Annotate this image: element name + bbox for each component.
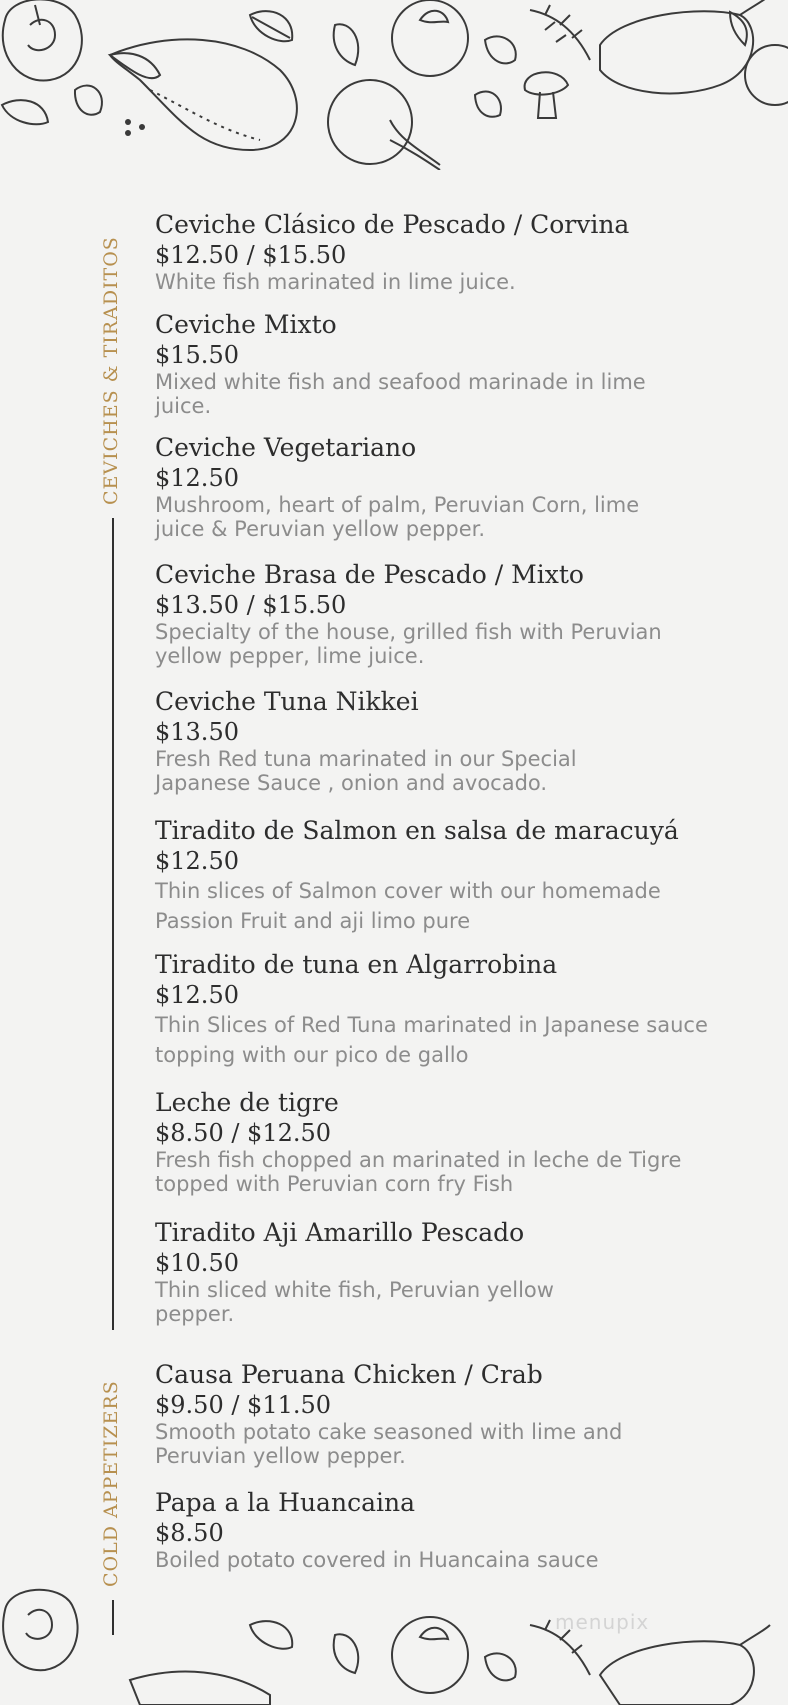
bell-pepper-icon bbox=[1, 0, 83, 82]
eggplant-icon bbox=[598, 1624, 771, 1705]
tomato-icon bbox=[391, 1616, 469, 1694]
watermark: menupix bbox=[555, 1610, 650, 1634]
eggplant-icon bbox=[128, 1670, 271, 1705]
section-label-cold-appetizers: COLD APPETIZERS bbox=[100, 1380, 122, 1587]
item-price: $8.50 / $12.50 bbox=[155, 1119, 332, 1147]
garlic-icon bbox=[483, 1652, 517, 1682]
top-vegetable-illustration bbox=[0, 0, 788, 170]
bottom-vegetable-illustration bbox=[0, 1585, 788, 1705]
item-description: White fish marinated in lime juice. bbox=[155, 270, 516, 294]
item-name: Ceviche Tuna Nikkei bbox=[155, 687, 419, 716]
menu-item: Papa a la Huancaina $8.50 Boiled potato … bbox=[155, 1488, 715, 1572]
menu-item: Ceviche Brasa de Pescado / Mixto $13.50 … bbox=[155, 560, 675, 668]
item-description: Specialty of the house, grilled fish wit… bbox=[155, 620, 662, 668]
item-description: Thin sliced white fish, Peruvian yellow … bbox=[155, 1278, 554, 1326]
mushroom-icon bbox=[523, 71, 570, 119]
tomato-icon bbox=[391, 0, 469, 77]
bell-pepper-icon bbox=[2, 1588, 79, 1672]
menu-item: Ceviche Clásico de Pescado / Corvina $12… bbox=[155, 210, 715, 294]
eggplant-icon bbox=[107, 38, 298, 152]
item-price: $13.50 bbox=[155, 718, 239, 746]
item-name: Tiradito de Salmon en salsa de maracuyá bbox=[155, 816, 679, 845]
item-description: Mixed white fish and seafood marinade in… bbox=[155, 370, 646, 418]
item-price: $9.50 / $11.50 bbox=[155, 1391, 332, 1419]
menu-item: Ceviche Tuna Nikkei $13.50 Fresh Red tun… bbox=[155, 687, 675, 795]
menu-item: Tiradito Aji Amarillo Pescado $10.50 Thi… bbox=[155, 1218, 575, 1326]
menu-item: Causa Peruana Chicken / Crab $9.50 / $11… bbox=[155, 1360, 675, 1468]
garlic-icon bbox=[473, 90, 502, 118]
item-price: $12.50 bbox=[155, 847, 239, 875]
item-price: $12.50 bbox=[155, 981, 239, 1009]
herb-sprig-icon bbox=[529, 4, 591, 61]
item-description: Fresh Red tuna marinated in our Special … bbox=[155, 747, 577, 795]
item-description: Mushroom, heart of palm, Peruvian Corn, … bbox=[155, 493, 640, 541]
item-name: Leche de tigre bbox=[155, 1088, 339, 1117]
item-name: Ceviche Clásico de Pescado / Corvina bbox=[155, 210, 630, 239]
item-price: $12.50 / $15.50 bbox=[155, 241, 347, 269]
basil-leaf-icon bbox=[248, 10, 294, 43]
item-name: Ceviche Mixto bbox=[155, 310, 337, 339]
item-price: $15.50 bbox=[155, 341, 239, 369]
garlic-icon bbox=[73, 84, 103, 116]
basil-leaf-icon bbox=[332, 23, 360, 67]
menu-item: Ceviche Vegetariano $12.50 Mushroom, hea… bbox=[155, 433, 695, 541]
item-name: Tiradito de tuna en Algarrobina bbox=[155, 950, 558, 979]
menu-item: Ceviche Mixto $15.50 Mixed white fish an… bbox=[155, 310, 655, 418]
menu-item: Leche de tigre $8.50 / $12.50 Fresh fish… bbox=[155, 1088, 715, 1196]
tomato-icon bbox=[327, 79, 441, 170]
item-name: Causa Peruana Chicken / Crab bbox=[155, 1360, 543, 1389]
section-label-ceviches: CEVICHES & TIRADITOS bbox=[100, 236, 122, 505]
item-description: Smooth potato cake seasoned with lime an… bbox=[155, 1420, 623, 1468]
menu-item: Tiradito de Salmon en salsa de maracuyá … bbox=[155, 816, 685, 936]
menu-item: Tiradito de tuna en Algarrobina $12.50 T… bbox=[155, 950, 715, 1070]
item-name: Tiradito Aji Amarillo Pescado bbox=[155, 1218, 525, 1247]
section-divider-line bbox=[112, 518, 114, 1330]
item-name: Ceviche Brasa de Pescado / Mixto bbox=[155, 560, 584, 589]
item-name: Papa a la Huancaina bbox=[155, 1488, 415, 1517]
item-name: Ceviche Vegetariano bbox=[155, 433, 417, 462]
item-price: $8.50 bbox=[155, 1519, 224, 1547]
item-description: Thin Slices of Red Tuna marinated in Jap… bbox=[155, 1013, 708, 1067]
basil-leaf-icon bbox=[332, 1633, 360, 1675]
item-price: $13.50 / $15.50 bbox=[155, 591, 347, 619]
item-description: Thin slices of Salmon cover with our hom… bbox=[155, 879, 661, 933]
basil-leaf-icon bbox=[0, 99, 50, 126]
item-price: $12.50 bbox=[155, 464, 239, 492]
item-description: Boiled potato covered in Huancaina sauce bbox=[155, 1548, 599, 1572]
item-price: $10.50 bbox=[155, 1249, 239, 1277]
item-description: Fresh fish chopped an marinated in leche… bbox=[155, 1148, 682, 1196]
basil-leaf-icon bbox=[248, 1620, 294, 1650]
garlic-icon bbox=[483, 35, 517, 65]
